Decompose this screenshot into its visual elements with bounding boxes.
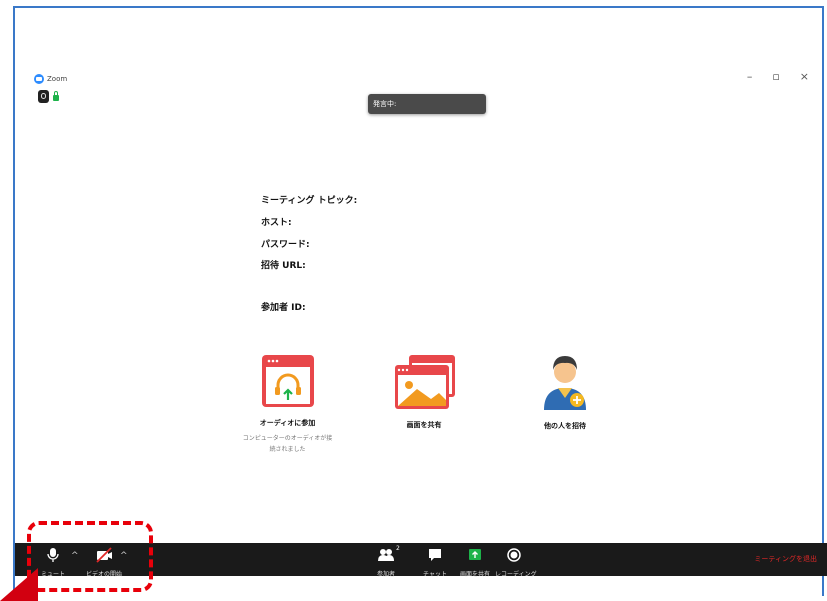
audio-status-text: コンピューターのオーディオが接 続されました bbox=[242, 435, 333, 453]
leave-meeting-button[interactable]: ミーティングを退出 bbox=[754, 554, 817, 564]
headphones-icon bbox=[261, 355, 314, 407]
speaking-label: 発言中: bbox=[373, 100, 397, 108]
invite-others-button[interactable]: 他の人を招待 bbox=[525, 350, 605, 431]
speaking-indicator: 発言中: bbox=[368, 94, 486, 114]
invite-person-icon bbox=[544, 356, 586, 410]
password-label: パスワード: bbox=[261, 240, 310, 250]
topic-label: ミーティング トピック: bbox=[261, 196, 358, 206]
meeting-info-icon[interactable] bbox=[38, 90, 49, 103]
window-titlebar: Zoom bbox=[34, 72, 67, 86]
join-audio-button[interactable]: オーディオに参加 コンピューターのオーディオが接 続されました bbox=[240, 353, 335, 455]
share-screen-label: 画面を共有 bbox=[406, 421, 442, 429]
participants-icon bbox=[378, 549, 394, 561]
chat-icon bbox=[429, 549, 441, 561]
highlight-annotation bbox=[27, 521, 153, 592]
close-button[interactable]: × bbox=[800, 70, 809, 83]
share-screen-button[interactable]: 画面を共有 bbox=[384, 353, 464, 430]
participant-id-label: 参加者 ID: bbox=[261, 303, 306, 313]
join-audio-label: オーディオに参加 bbox=[259, 419, 316, 427]
participants-button[interactable]: 2 参加者 bbox=[371, 545, 401, 578]
window-controls: – ▫ × bbox=[747, 70, 809, 83]
invite-url-label: 招待 URL: bbox=[261, 261, 306, 271]
annotation-arrow bbox=[0, 568, 38, 601]
share-screen-icon bbox=[395, 355, 455, 409]
record-button[interactable]: レコーディング bbox=[495, 547, 537, 578]
participants-label: 参加者 bbox=[376, 571, 395, 578]
meeting-status-icons bbox=[38, 90, 59, 103]
participants-count: 2 bbox=[396, 545, 400, 552]
window-title: Zoom bbox=[47, 75, 68, 83]
share-screen-toolbar-label: 画面を共有 bbox=[459, 571, 490, 578]
share-screen-toolbar-button[interactable]: 画面を共有 bbox=[458, 547, 492, 578]
share-screen-toolbar-icon bbox=[469, 549, 481, 560]
maximize-button[interactable]: ▫ bbox=[772, 70, 779, 83]
chat-button[interactable]: チャット bbox=[421, 547, 449, 578]
invite-others-label: 他の人を招待 bbox=[544, 422, 586, 430]
lock-icon[interactable] bbox=[53, 91, 59, 101]
record-icon bbox=[507, 548, 521, 562]
chat-label: チャット bbox=[423, 571, 447, 578]
host-label: ホスト: bbox=[261, 218, 292, 228]
minimize-button[interactable]: – bbox=[747, 70, 753, 83]
zoom-logo-icon bbox=[34, 74, 44, 84]
record-label: レコーディング bbox=[495, 571, 537, 578]
